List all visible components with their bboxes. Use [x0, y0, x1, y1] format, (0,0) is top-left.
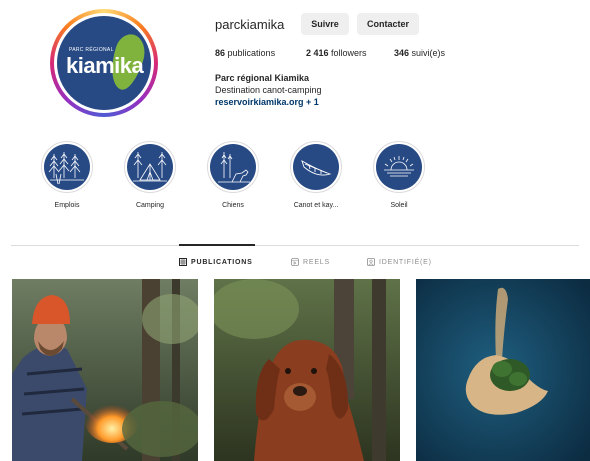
posts-count: 86	[215, 48, 226, 58]
highlight-label: Chiens	[222, 202, 244, 209]
tab-label: REELS	[303, 258, 330, 266]
dog-icon	[210, 144, 256, 190]
contact-button[interactable]: Contacter	[357, 13, 419, 35]
campfire-photo	[12, 279, 198, 461]
followers-label: followers	[331, 48, 367, 58]
bio-description: Destination canot-camping	[215, 85, 322, 95]
tab-publications[interactable]: PUBLICATIONS	[179, 258, 253, 266]
profile-username: parckiamika	[215, 17, 285, 32]
grid-icon	[179, 258, 187, 266]
tab-identifie[interactable]: IDENTIFIÉ(E)	[367, 258, 432, 266]
following-count: 346	[394, 48, 410, 58]
highlight-ring	[290, 141, 342, 193]
active-tab-indicator	[179, 244, 255, 246]
post-thumbnail-campfire[interactable]	[12, 279, 198, 461]
highlight-label: Emplois	[54, 202, 80, 209]
kiamika-logo: PARC RÉGIONAL kiamika	[57, 16, 151, 110]
highlight-label: Camping	[135, 202, 164, 209]
highlight-label: Soleil	[390, 202, 408, 209]
bio-website-link[interactable]: reservoirkiamika.org + 1	[215, 97, 319, 107]
forest-worker-icon	[44, 144, 90, 190]
highlight-camping[interactable]: Camping	[115, 141, 185, 209]
post-thumbnail-dog[interactable]	[214, 279, 400, 461]
posts-label: publications	[227, 48, 276, 58]
follow-button[interactable]: Suivre	[301, 13, 349, 35]
highlight-ring	[373, 141, 425, 193]
canoe-icon	[293, 144, 339, 190]
highlight-label: Canot et kay...	[293, 202, 339, 209]
posts-count-stat[interactable]: 86 publications	[215, 48, 275, 58]
tag-icon	[367, 258, 375, 266]
tab-reels[interactable]: REELS	[291, 258, 330, 266]
following-stat[interactable]: 346 suivi(e)s	[394, 48, 445, 58]
bio-full-name: Parc régional Kiamika	[215, 73, 310, 83]
highlight-soleil[interactable]: Soleil	[364, 141, 434, 209]
dog-photo	[214, 279, 400, 461]
profile-avatar[interactable]: PARC RÉGIONAL kiamika	[50, 9, 158, 117]
tab-label: IDENTIFIÉ(E)	[379, 258, 432, 266]
followers-stat[interactable]: 2 416 followers	[306, 48, 367, 58]
tabs-divider	[11, 245, 579, 246]
island-aerial-photo	[416, 279, 590, 461]
avatar-frame: PARC RÉGIONAL kiamika	[54, 13, 154, 113]
highlight-emplois[interactable]: Emplois	[32, 141, 102, 209]
highlight-ring	[124, 141, 176, 193]
highlight-chiens[interactable]: Chiens	[198, 141, 268, 209]
highlight-canot-kayak[interactable]: Canot et kay...	[281, 141, 351, 209]
post-thumbnail-island[interactable]	[416, 279, 590, 461]
sunrise-icon	[376, 144, 422, 190]
reels-icon	[291, 258, 299, 266]
tab-label: PUBLICATIONS	[191, 258, 253, 266]
tent-icon	[127, 144, 173, 190]
logo-wordmark: kiamika	[66, 53, 144, 78]
following-label: suivi(e)s	[411, 48, 446, 58]
highlight-ring	[207, 141, 259, 193]
highlight-ring	[41, 141, 93, 193]
followers-count: 2 416	[306, 48, 329, 58]
